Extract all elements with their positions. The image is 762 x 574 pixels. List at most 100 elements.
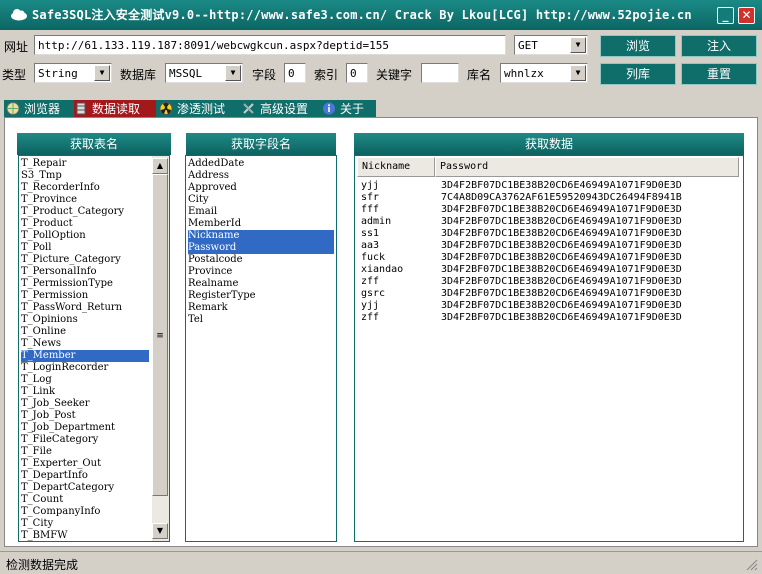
field-list-item[interactable]: Realname	[188, 278, 334, 290]
table-list-item[interactable]: T_Opinions	[21, 314, 149, 326]
tab-browser[interactable]: 浏览器	[6, 100, 72, 118]
tables-scrollbar[interactable]: ▲ ≡ ▼	[152, 156, 169, 541]
reset-button[interactable]: 重置	[681, 63, 757, 85]
column-header-nickname[interactable]: Nickname	[357, 157, 435, 177]
table-list-item[interactable]: T_PollOption	[21, 230, 149, 242]
table-list-item[interactable]: T_Job_Department	[21, 422, 149, 434]
data-cell-nickname[interactable]: zff	[361, 312, 379, 324]
db-select[interactable]: MSSQL ▼	[165, 63, 243, 83]
minimize-button[interactable]: _	[717, 7, 734, 24]
close-button[interactable]: ✕	[738, 7, 755, 24]
field-list-item[interactable]: RegisterType	[188, 290, 334, 302]
browse-button[interactable]: 浏览	[600, 35, 676, 57]
table-list-item[interactable]: T_Picture_Category	[21, 254, 149, 266]
data-cell-password[interactable]: 3D4F2BF07DC1BE38B20CD6E46949A1071F9D0E3D	[441, 252, 682, 264]
scroll-down-icon[interactable]: ▼	[152, 523, 168, 539]
data-cell-password[interactable]: 3D4F2BF07DC1BE38B20CD6E46949A1071F9D0E3D	[441, 276, 682, 288]
table-list-item[interactable]: T_Job_Seeker	[21, 398, 149, 410]
table-list-item[interactable]: S3_Tmp	[21, 170, 149, 182]
table-list-item[interactable]: T_DepartCategory	[21, 482, 149, 494]
column-header-password[interactable]: Password	[435, 157, 739, 177]
scroll-up-icon[interactable]: ▲	[152, 158, 168, 174]
table-list-item[interactable]: T_Permission	[21, 290, 149, 302]
table-list-item[interactable]: T_Job_Post	[21, 410, 149, 422]
field-list-item[interactable]: Nickname	[188, 230, 334, 242]
data-cell-nickname[interactable]: fuck	[361, 252, 385, 264]
chevron-down-icon[interactable]: ▼	[570, 37, 586, 53]
data-cell-nickname[interactable]: admin	[361, 216, 391, 228]
list-db-button[interactable]: 列库	[600, 63, 676, 85]
scroll-thumb[interactable]: ≡	[152, 174, 168, 496]
tab-advanced[interactable]: 高级设置	[242, 100, 320, 118]
data-cell-nickname[interactable]: sfr	[361, 192, 379, 204]
field-list-item[interactable]: Postalcode	[188, 254, 334, 266]
data-cell-password[interactable]: 3D4F2BF07DC1BE38B20CD6E46949A1071F9D0E3D	[441, 180, 682, 192]
table-list-item[interactable]: T_PermissionType	[21, 278, 149, 290]
table-list-item[interactable]: T_PassWord_Return	[21, 302, 149, 314]
data-cell-password[interactable]: 3D4F2BF07DC1BE38B20CD6E46949A1071F9D0E3D	[441, 264, 682, 276]
table-list-item[interactable]: T_PersonalInfo	[21, 266, 149, 278]
table-list-item[interactable]: T_City	[21, 518, 149, 530]
tab-about[interactable]: 关于	[322, 100, 376, 118]
table-list-item[interactable]: T_Experter_Out	[21, 458, 149, 470]
table-list-item[interactable]: T_FileCategory	[21, 434, 149, 446]
data-cell-password[interactable]: 7C4A8D09CA3762AF61E59520943DC26494F8941B	[441, 192, 682, 204]
data-cell-nickname[interactable]: yjj	[361, 180, 379, 192]
table-list-item[interactable]: T_Repair	[21, 158, 149, 170]
method-select[interactable]: GET ▼	[514, 35, 588, 55]
data-cell-password[interactable]: 3D4F2BF07DC1BE38B20CD6E46949A1071F9D0E3D	[441, 204, 682, 216]
data-cell-nickname[interactable]: gsrc	[361, 288, 385, 300]
resize-grip-icon[interactable]	[746, 559, 758, 571]
field-list-item[interactable]: AddedDate	[188, 158, 334, 170]
data-cell-nickname[interactable]: yjj	[361, 300, 379, 312]
field-input[interactable]: 0	[284, 63, 306, 83]
table-list-item[interactable]: T_Online	[21, 326, 149, 338]
table-list-item[interactable]: T_Count	[21, 494, 149, 506]
table-list-item[interactable]: T_Link	[21, 386, 149, 398]
data-cell-password[interactable]: 3D4F2BF07DC1BE38B20CD6E46949A1071F9D0E3D	[441, 240, 682, 252]
field-list-item[interactable]: Remark	[188, 302, 334, 314]
field-list-item[interactable]: MemberId	[188, 218, 334, 230]
table-list-item[interactable]: T_Product	[21, 218, 149, 230]
field-list-item[interactable]: Province	[188, 266, 334, 278]
tables-list[interactable]: T_Repair S3_Tmp T_RecorderInfo T_Province T_…	[18, 155, 170, 542]
keyword-input[interactable]	[421, 63, 459, 83]
table-list-item[interactable]: T_Member	[21, 350, 149, 362]
url-input[interactable]: http://61.133.119.187:8091/webcwgkcun.as…	[34, 35, 506, 55]
fields-list[interactable]: AddedDate Address Approved City Email MemberI…	[185, 155, 337, 542]
table-list-item[interactable]: T_Province	[21, 194, 149, 206]
type-select[interactable]: String ▼	[34, 63, 112, 83]
data-cell-nickname[interactable]: ss1	[361, 228, 379, 240]
table-list-item[interactable]: T_DepartInfo	[21, 470, 149, 482]
table-list-item[interactable]: T_News	[21, 338, 149, 350]
table-list-item[interactable]: T_RecorderInfo	[21, 182, 149, 194]
field-list-item[interactable]: Password	[188, 242, 334, 254]
chevron-down-icon[interactable]: ▼	[225, 65, 241, 81]
data-cell-nickname[interactable]: aa3	[361, 240, 379, 252]
tab-pentest[interactable]: 渗透测试	[159, 100, 239, 118]
data-cell-nickname[interactable]: xiandao	[361, 264, 403, 276]
data-cell-password[interactable]: 3D4F2BF07DC1BE38B20CD6E46949A1071F9D0E3D	[441, 300, 682, 312]
chevron-down-icon[interactable]: ▼	[94, 65, 110, 81]
table-list-item[interactable]: T_LoginRecorder	[21, 362, 149, 374]
data-cell-password[interactable]: 3D4F2BF07DC1BE38B20CD6E46949A1071F9D0E3D	[441, 312, 682, 324]
tab-data-read[interactable]: 数据读取	[74, 100, 156, 118]
title-bar[interactable]: Safe3SQL注入安全测试v9.0--http://www.safe3.com…	[0, 0, 762, 30]
data-cell-password[interactable]: 3D4F2BF07DC1BE38B20CD6E46949A1071F9D0E3D	[441, 216, 682, 228]
field-list-item[interactable]: Approved	[188, 182, 334, 194]
index-input[interactable]: 0	[346, 63, 368, 83]
field-list-item[interactable]: Email	[188, 206, 334, 218]
data-grid[interactable]: Nickname Password yjj 3D4F2BF07DC1BE38B20…	[354, 155, 744, 542]
table-list-item[interactable]: T_File	[21, 446, 149, 458]
data-cell-nickname[interactable]: zff	[361, 276, 379, 288]
table-list-item[interactable]: T_Poll	[21, 242, 149, 254]
data-cell-nickname[interactable]: fff	[361, 204, 379, 216]
dbname-select[interactable]: whnlzx ▼	[500, 63, 588, 83]
table-list-item[interactable]: T_CompanyInfo	[21, 506, 149, 518]
table-list-item[interactable]: T_BMFW	[21, 530, 149, 541]
chevron-down-icon[interactable]: ▼	[570, 65, 586, 81]
field-list-item[interactable]: Tel	[188, 314, 334, 326]
data-cell-password[interactable]: 3D4F2BF07DC1BE38B20CD6E46949A1071F9D0E3D	[441, 288, 682, 300]
table-list-item[interactable]: T_Log	[21, 374, 149, 386]
data-cell-password[interactable]: 3D4F2BF07DC1BE38B20CD6E46949A1071F9D0E3D	[441, 228, 682, 240]
